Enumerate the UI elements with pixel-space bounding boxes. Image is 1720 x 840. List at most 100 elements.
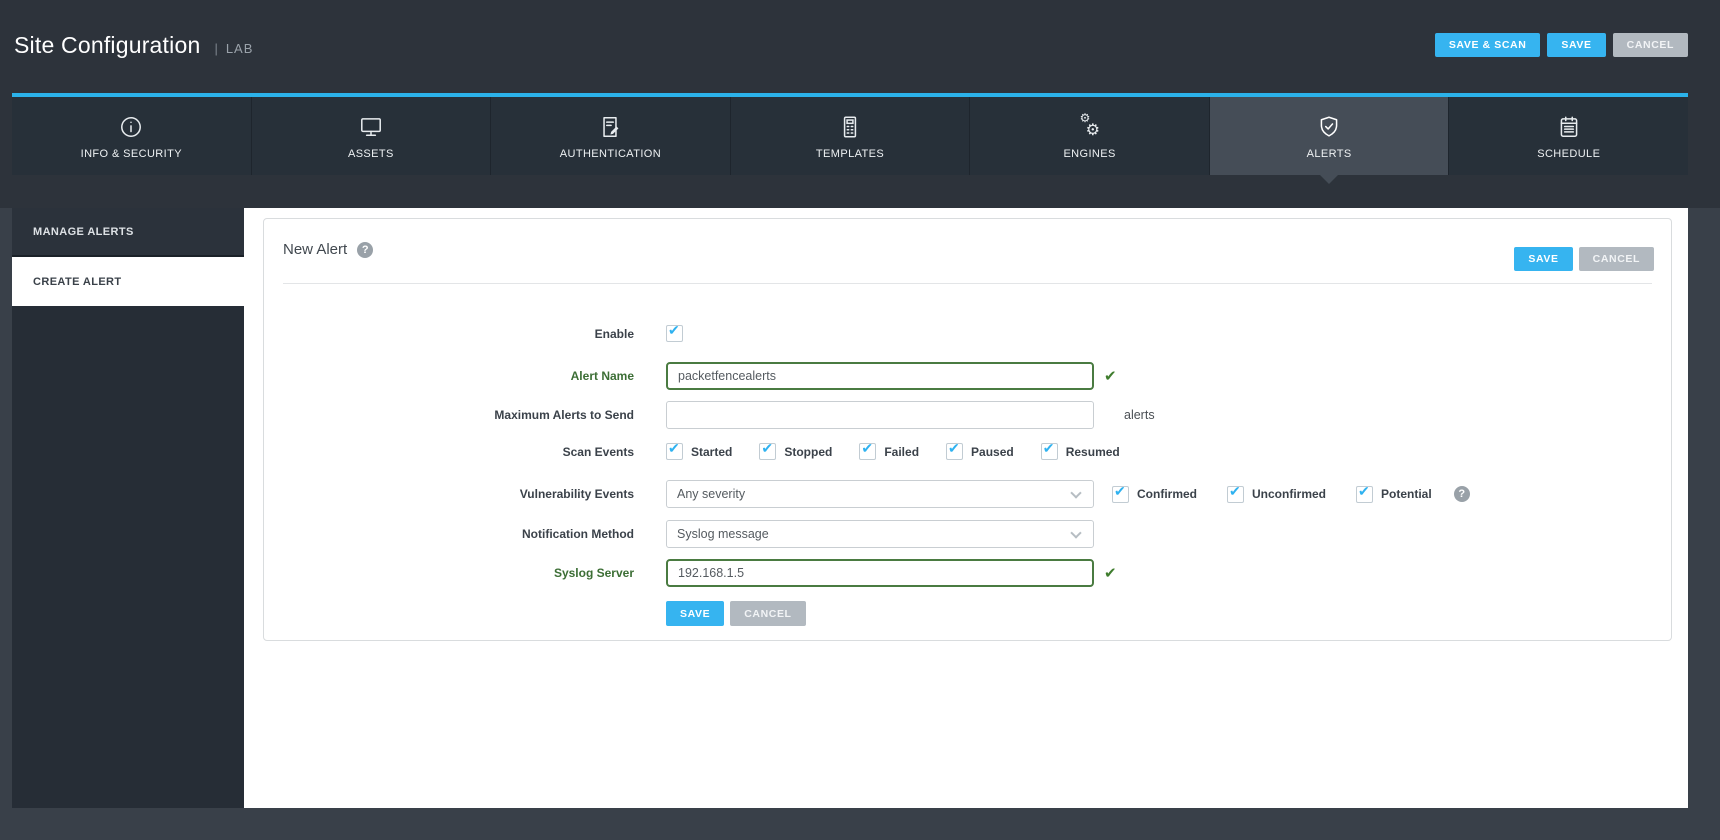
confirmed-checkbox[interactable]: ✔ <box>1112 483 1129 503</box>
tab-engines[interactable]: ⚙ ⚙ ENGINES <box>970 97 1210 175</box>
tab-templates[interactable]: TEMPLATES <box>730 97 971 175</box>
tab-assets[interactable]: ASSETS <box>251 97 492 175</box>
tab-label: ALERTS <box>1306 147 1352 160</box>
chevron-down-icon <box>1070 487 1082 499</box>
stopped-label: Stopped <box>784 444 833 459</box>
alerts-sidebar: MANAGE ALERTS CREATE ALERT <box>12 208 244 808</box>
enable-row: Enable ✔ <box>264 322 1671 342</box>
card-header: New Alert ? SAVE CANCEL <box>264 219 1671 283</box>
tab-authentication[interactable]: AUTHENTICATION <box>491 97 731 175</box>
max-alerts-input[interactable] <box>666 401 1094 429</box>
help-icon[interactable]: ? <box>357 241 374 258</box>
tab-alerts[interactable]: ALERTS <box>1209 97 1450 184</box>
page-title: Site Configuration <box>14 32 201 58</box>
valid-check-icon: ✔ <box>1104 368 1117 385</box>
alert-cancel-button[interactable]: CANCEL <box>1578 247 1654 271</box>
sidebar-item-manage-alerts[interactable]: MANAGE ALERTS <box>12 208 244 257</box>
form-save-button[interactable]: SAVE <box>666 601 725 626</box>
max-alerts-row: Maximum Alerts to Send alerts <box>264 401 1671 429</box>
vuln-confirmed: ✔ Confirmed <box>1112 483 1197 503</box>
syslog-server-input[interactable] <box>666 559 1094 587</box>
potential-label: Potential <box>1381 487 1432 501</box>
confirmed-label: Confirmed <box>1137 487 1197 501</box>
syslog-server-row: Syslog Server ✔ <box>264 559 1671 587</box>
form-buttons-row: SAVE CANCEL <box>264 601 1671 626</box>
main-content: New Alert ? SAVE CANCEL Enable ✔ Alert N… <box>244 208 1688 808</box>
header: Site Configuration | LAB SAVE & SCAN SAV… <box>0 0 1720 208</box>
vuln-potential: ✔ Potential <box>1356 482 1432 503</box>
paused-checkbox[interactable]: ✔ <box>946 440 964 460</box>
info-icon <box>118 113 144 141</box>
check-icon: ✔ <box>668 322 680 338</box>
check-icon: ✔ <box>1229 482 1241 499</box>
site-configuration-page: Site Configuration | LAB SAVE & SCAN SAV… <box>0 0 1720 840</box>
chevron-down-icon <box>1070 527 1082 539</box>
stopped-checkbox[interactable]: ✔ <box>759 440 777 460</box>
title-separator: | <box>214 41 218 56</box>
vulnerability-help-icon[interactable]: ? <box>1453 486 1470 502</box>
scan-event-failed: ✔ Failed <box>859 440 919 460</box>
check-icon: ✔ <box>1042 440 1055 456</box>
resumed-checkbox[interactable]: ✔ <box>1040 440 1058 460</box>
paused-label: Paused <box>971 444 1014 459</box>
gears-icon: ⚙ ⚙ <box>1079 110 1100 139</box>
page-title-group: Site Configuration | LAB <box>14 32 253 59</box>
severity-select[interactable]: Any severity <box>666 480 1094 508</box>
enable-label: Enable <box>594 326 634 341</box>
card-title: New Alert <box>283 241 348 258</box>
check-icon: ✔ <box>761 440 774 456</box>
header-save-button[interactable]: SAVE <box>1547 33 1606 57</box>
tab-label: ASSETS <box>347 147 394 160</box>
monitor-icon <box>358 113 384 141</box>
tab-label: ENGINES <box>1063 147 1116 160</box>
tab-info-security[interactable]: INFO & SECURITY <box>12 97 252 175</box>
template-icon <box>837 113 863 141</box>
scan-event-stopped: ✔ Stopped <box>759 440 833 460</box>
tab-label: SCHEDULE <box>1537 147 1601 160</box>
vuln-unconfirmed: ✔ Unconfirmed <box>1227 482 1326 503</box>
potential-checkbox[interactable]: ✔ <box>1356 482 1374 503</box>
check-icon: ✔ <box>1358 482 1370 499</box>
header-cancel-button[interactable]: CANCEL <box>1612 33 1688 57</box>
site-name: LAB <box>225 41 254 56</box>
header-actions: SAVE & SCAN SAVE CANCEL <box>1434 33 1688 57</box>
started-label: Started <box>691 444 733 459</box>
notification-method-select[interactable]: Syslog message <box>666 520 1094 548</box>
calendar-icon <box>1556 113 1582 141</box>
form-cancel-button[interactable]: CANCEL <box>730 601 806 626</box>
alert-save-button[interactable]: SAVE <box>1514 247 1573 271</box>
card-header-actions: SAVE CANCEL <box>1514 247 1654 271</box>
severity-select-value: Any severity <box>677 487 746 501</box>
check-icon: ✔ <box>861 440 874 456</box>
valid-check-icon: ✔ <box>1104 565 1117 582</box>
config-tabbar: INFO & SECURITY ASSETS AUTHENTICATION TE… <box>12 93 1689 184</box>
new-alert-card: New Alert ? SAVE CANCEL Enable ✔ Alert N… <box>263 218 1672 641</box>
started-checkbox[interactable]: ✔ <box>666 440 683 460</box>
check-icon: ✔ <box>948 440 960 456</box>
alert-name-row: Alert Name ✔ <box>264 362 1671 390</box>
alert-name-label: Alert Name <box>570 369 634 383</box>
unconfirmed-checkbox[interactable]: ✔ <box>1227 482 1244 503</box>
shield-check-icon <box>1316 113 1342 141</box>
sidebar-item-label: MANAGE ALERTS <box>33 225 134 238</box>
resumed-label: Resumed <box>1065 444 1120 459</box>
alert-name-input[interactable] <box>666 362 1094 390</box>
document-edit-icon <box>597 113 623 141</box>
syslog-server-label: Syslog Server <box>553 566 634 580</box>
notification-method-label: Notification Method <box>522 527 634 541</box>
max-alerts-label: Maximum Alerts to Send <box>494 408 634 422</box>
scan-event-resumed: ✔ Resumed <box>1040 440 1120 460</box>
sidebar-item-create-alert[interactable]: CREATE ALERT <box>12 257 244 306</box>
scan-events-row: Scan Events ✔ Started ✔ Stopped ✔ Failed… <box>264 440 1671 460</box>
tab-schedule[interactable]: SCHEDULE <box>1449 97 1689 175</box>
enable-checkbox[interactable]: ✔ <box>666 322 683 342</box>
vulnerability-events-row: Vulnerability Events Any severity ✔ Conf… <box>264 480 1671 508</box>
save-and-scan-button[interactable]: SAVE & SCAN <box>1434 33 1541 57</box>
scan-event-started: ✔ Started <box>666 440 733 460</box>
tab-label: AUTHENTICATION <box>559 147 662 160</box>
sidebar-item-label: CREATE ALERT <box>33 275 122 288</box>
tab-label: INFO & SECURITY <box>80 147 182 160</box>
tab-label: TEMPLATES <box>815 147 885 160</box>
scan-event-paused: ✔ Paused <box>946 440 1014 460</box>
failed-checkbox[interactable]: ✔ <box>859 440 877 460</box>
